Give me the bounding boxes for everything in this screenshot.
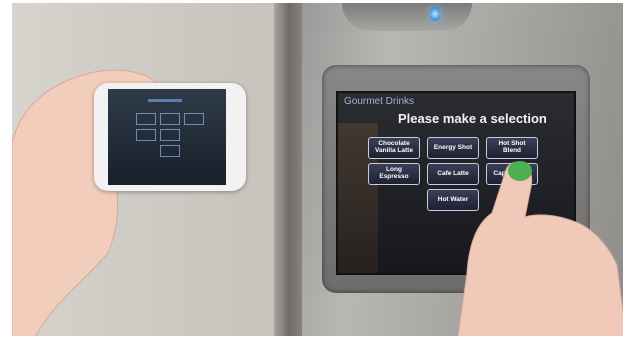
top-fixture [342, 3, 472, 31]
phone-screen-ui [160, 129, 180, 141]
phone-screen-ui [160, 145, 180, 157]
wall-gap [274, 3, 304, 336]
phone-screen [108, 89, 226, 185]
phone-screen-ui [184, 113, 204, 125]
selection-prompt: Please make a selection [398, 111, 547, 126]
blue-led-icon [430, 7, 440, 21]
phone-screen-ui [136, 113, 156, 125]
drink-button[interactable]: Long Espresso [368, 163, 420, 185]
photo: Gourmet Drinks Please make a selection C… [12, 3, 623, 336]
phone-screen-ui [160, 113, 180, 125]
green-dot-icon [508, 161, 532, 181]
phone-screen-ui [148, 99, 182, 102]
right-hand [457, 161, 623, 336]
drink-button[interactable]: Chocolate Vanilla Latte [368, 137, 420, 159]
phone-screen-ui [136, 129, 156, 141]
touchscreen-header: Gourmet Drinks [344, 96, 415, 107]
